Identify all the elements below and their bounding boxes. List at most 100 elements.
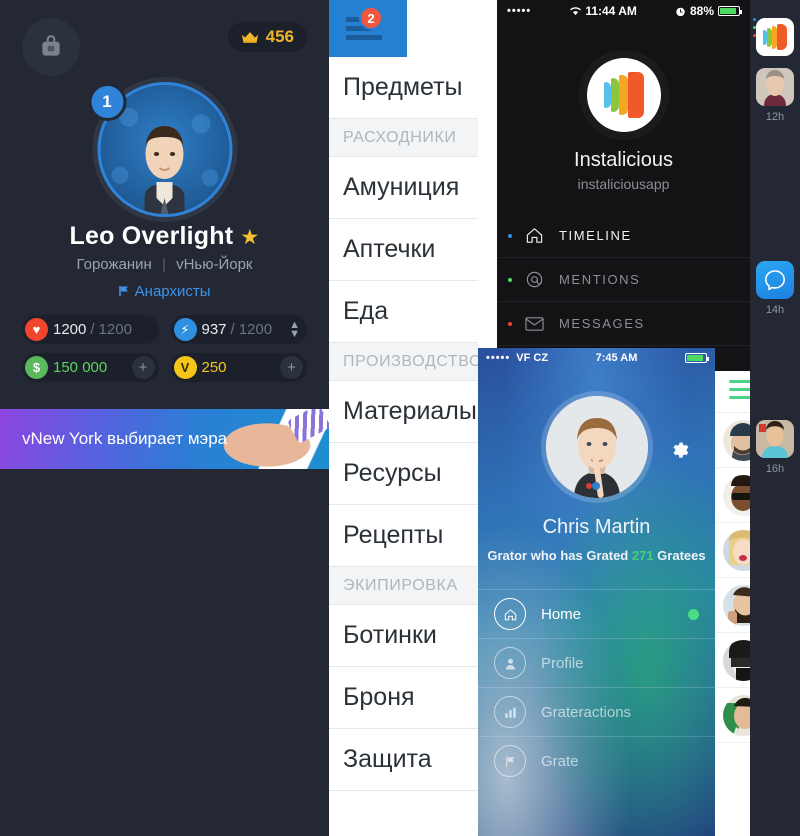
status-bar-right: 88% <box>675 4 742 18</box>
menu-item-eda[interactable]: Еда <box>329 281 478 343</box>
subtitle-separator: | <box>161 256 166 273</box>
menu-item-materialy[interactable]: Материалы <box>329 381 478 443</box>
stat-current: 250 <box>201 359 227 376</box>
unread-dot <box>508 277 512 282</box>
items-menu-header[interactable]: 2 <box>329 0 407 57</box>
status-bar: ••••• VF CZ 7:45 AM <box>478 348 715 368</box>
crown-icon <box>241 31 258 43</box>
menu-item-resursy[interactable]: Ресурсы <box>329 443 478 505</box>
page-title: Leo Overlight ★ <box>0 222 329 251</box>
menu-item-label: Grate <box>541 752 579 770</box>
energy-bolt-icon: ⚡ <box>173 318 197 341</box>
unread-dot <box>508 321 512 326</box>
player-role: Горожанин <box>76 256 152 273</box>
stepper-icon[interactable]: ▲ ▼ <box>289 319 300 339</box>
backpack-button[interactable] <box>22 18 80 76</box>
menu-item-mentions[interactable]: MENTIONS <box>497 258 750 302</box>
unread-dot <box>508 233 512 238</box>
items-menu-panel: 2 Предметы РАСХОДНИКИ Амуниция Аптечки Е… <box>329 0 478 836</box>
grate-panel: ••••• VF CZ 7:45 AM Chris Martin Grator … <box>478 348 715 836</box>
stat-vcoin[interactable]: V 250 + <box>170 353 307 382</box>
chathead-time: 16h <box>765 463 785 475</box>
add-vcoin-button[interactable]: + <box>280 356 303 379</box>
promo-banner[interactable]: vNew York выбирает мэра <box>0 409 329 469</box>
menu-item-recepty[interactable]: Рецепты <box>329 505 478 567</box>
stat-sep: / <box>230 321 235 338</box>
stat-energy[interactable]: ⚡ 937 / 1200 ▲ ▼ <box>170 315 307 344</box>
chathead-app[interactable] <box>750 18 800 56</box>
menu-item-label: MENTIONS <box>559 272 641 287</box>
menu-item-botinki[interactable]: Ботинки <box>329 605 478 667</box>
faction-label: Анархисты <box>134 283 211 300</box>
gear-icon[interactable] <box>669 440 691 462</box>
person-1-avatar <box>756 68 794 106</box>
home-icon <box>494 598 526 630</box>
grated-count: 271 <box>631 548 654 563</box>
avatar[interactable] <box>545 396 648 498</box>
crown-value: 456 <box>265 27 294 46</box>
profile-header: 456 1 Leo Overlight ★ Горожанин | vНью-Й… <box>0 0 329 396</box>
menu-item-label: Grateractions <box>541 703 632 721</box>
menu-category-rashodniki: РАСХОДНИКИ <box>329 119 478 157</box>
chathead-time: 12h <box>765 111 785 123</box>
app-handle: instaliciousapp <box>577 176 670 192</box>
wifi-icon <box>570 7 582 16</box>
chathead-messenger[interactable]: 14h <box>750 261 800 316</box>
menu-item-label: MESSAGES <box>559 316 645 331</box>
chathead-person-1[interactable]: 12h <box>750 68 800 123</box>
home-icon <box>521 226 547 245</box>
heart-icon: ♥ <box>25 318 48 341</box>
signal-dots: ••••• <box>507 5 532 17</box>
menu-item-grate[interactable]: Grate <box>478 736 715 785</box>
alarm-icon <box>676 7 685 16</box>
grate-menu: Home Profile Grateractions Grate <box>478 589 715 785</box>
clock-time: 11:44 AM <box>585 4 637 18</box>
person-2-avatar <box>756 420 794 458</box>
stat-max: 1200 <box>238 321 273 338</box>
menu-item-zaschita[interactable]: Защита <box>329 729 478 791</box>
dollar-icon: $ <box>25 356 48 379</box>
menu-item-profile[interactable]: Profile <box>478 638 715 687</box>
menu-item-label: Profile <box>541 654 584 672</box>
menu-category-proizvodstvo: ПРОИЗВОДСТВО <box>329 343 478 381</box>
messenger-icon <box>756 261 794 299</box>
menu-item-bronya[interactable]: Броня <box>329 667 478 729</box>
banner-text: vNew York выбирает мэра <box>22 429 228 448</box>
menu-item-messages[interactable]: MESSAGES <box>497 302 750 346</box>
status-bar: ••••• 11:44 AM 88% <box>497 0 750 22</box>
faction-link[interactable]: Анархисты <box>0 283 329 300</box>
sub-before: Grator who has Grated <box>487 548 632 563</box>
stat-current: 150 000 <box>53 359 108 376</box>
menu-item-amunicia[interactable]: Амуниция <box>329 157 478 219</box>
chathead-person-2[interactable]: 16h <box>750 420 800 475</box>
chatheads-panel: 12h 14h 16h <box>750 0 800 836</box>
signal-dots: ••••• <box>486 352 511 364</box>
online-status-dot <box>688 608 699 620</box>
star-icon: ★ <box>240 226 260 249</box>
avatar[interactable]: 1 <box>88 77 237 222</box>
game-profile-panel: 456 1 Leo Overlight ★ Горожанин | vНью-Й… <box>0 0 329 836</box>
instalicious-app-icon <box>756 18 794 56</box>
menu-item-aptechki[interactable]: Аптечки <box>329 219 478 281</box>
menu-item-timeline[interactable]: TIMELINE <box>497 214 750 258</box>
menu-category-ekipirovka: ЭКИПИРОВКА <box>329 567 478 605</box>
instalicious-panel: ••••• 11:44 AM 88% Instalicious instalic… <box>497 0 750 400</box>
status-badge: 2 <box>359 6 383 30</box>
stat-sep: / <box>90 321 95 338</box>
stat-money[interactable]: $ 150 000 + <box>22 353 159 382</box>
menu-item-predmety[interactable]: Предметы <box>329 57 478 119</box>
stat-current: 1200 <box>53 321 87 338</box>
logo-bars <box>763 24 787 50</box>
carrier-label: VF CZ <box>516 352 549 364</box>
flag-icon <box>119 286 129 296</box>
stats-grid: ♥ 1200 / 1200 ⚡ 937 / 1200 ▲ ▼ $ 150 000 … <box>22 315 307 382</box>
stat-health[interactable]: ♥ 1200 / 1200 <box>22 315 159 344</box>
level-badge: 1 <box>88 83 126 121</box>
app-name: Instalicious <box>574 149 673 171</box>
premium-currency-pill[interactable]: 456 <box>227 22 307 52</box>
add-money-button[interactable]: + <box>131 356 155 379</box>
avatar-portrait <box>144 126 185 214</box>
menu-item-home[interactable]: Home <box>478 589 715 638</box>
menu-item-graleractions[interactable]: Grateractions <box>478 687 715 736</box>
chathead-time: 14h <box>765 304 785 316</box>
